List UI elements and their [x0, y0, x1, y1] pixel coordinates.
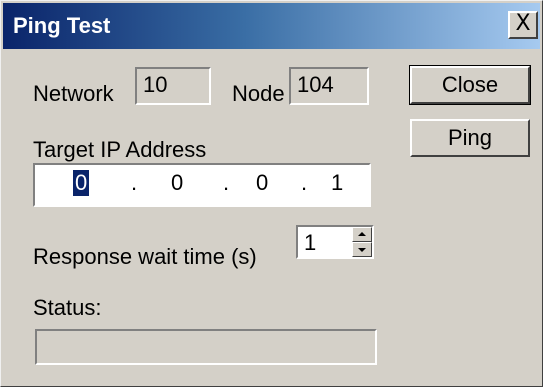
- target-ip-label: Target IP Address: [33, 137, 207, 162]
- ip-separator: .: [301, 170, 308, 195]
- node-value: 104: [297, 72, 334, 97]
- window-title: Ping Test: [13, 13, 111, 38]
- network-field: 10: [135, 67, 211, 105]
- title-bar[interactable]: Ping Test X: [3, 3, 540, 49]
- ip-octet-4[interactable]: 1: [331, 170, 343, 196]
- network-value: 10: [143, 72, 168, 97]
- node-field: 104: [289, 67, 369, 105]
- ip-separator: .: [223, 170, 230, 195]
- close-button[interactable]: Close: [409, 65, 531, 105]
- spin-up-button[interactable]: [352, 227, 372, 242]
- down-arrow-icon: [358, 248, 366, 252]
- ip-separator: .: [131, 170, 138, 195]
- spin-down-button[interactable]: [352, 242, 372, 257]
- network-label: Network: [33, 81, 114, 106]
- response-wait-spinner[interactable]: 1: [296, 225, 374, 259]
- node-label: Node: [232, 81, 285, 106]
- ping-button[interactable]: Ping: [410, 119, 530, 157]
- response-wait-label: Response wait time (s): [33, 244, 257, 269]
- status-field: [35, 329, 377, 365]
- ip-octet-1[interactable]: 0: [73, 170, 90, 196]
- up-arrow-icon: [358, 232, 366, 236]
- response-wait-value[interactable]: 1: [304, 230, 316, 256]
- spinner-buttons: [352, 227, 372, 257]
- ping-test-dialog: Ping Test X Network 10 Node 104 Close Pi…: [0, 0, 543, 387]
- status-label: Status:: [33, 295, 102, 320]
- ip-octet-3[interactable]: 0: [256, 170, 268, 196]
- ip-address-input[interactable]: 0 . 0 . 0 . 1: [33, 163, 371, 207]
- ip-octet-2[interactable]: 0: [171, 170, 183, 196]
- close-icon[interactable]: X: [508, 11, 538, 39]
